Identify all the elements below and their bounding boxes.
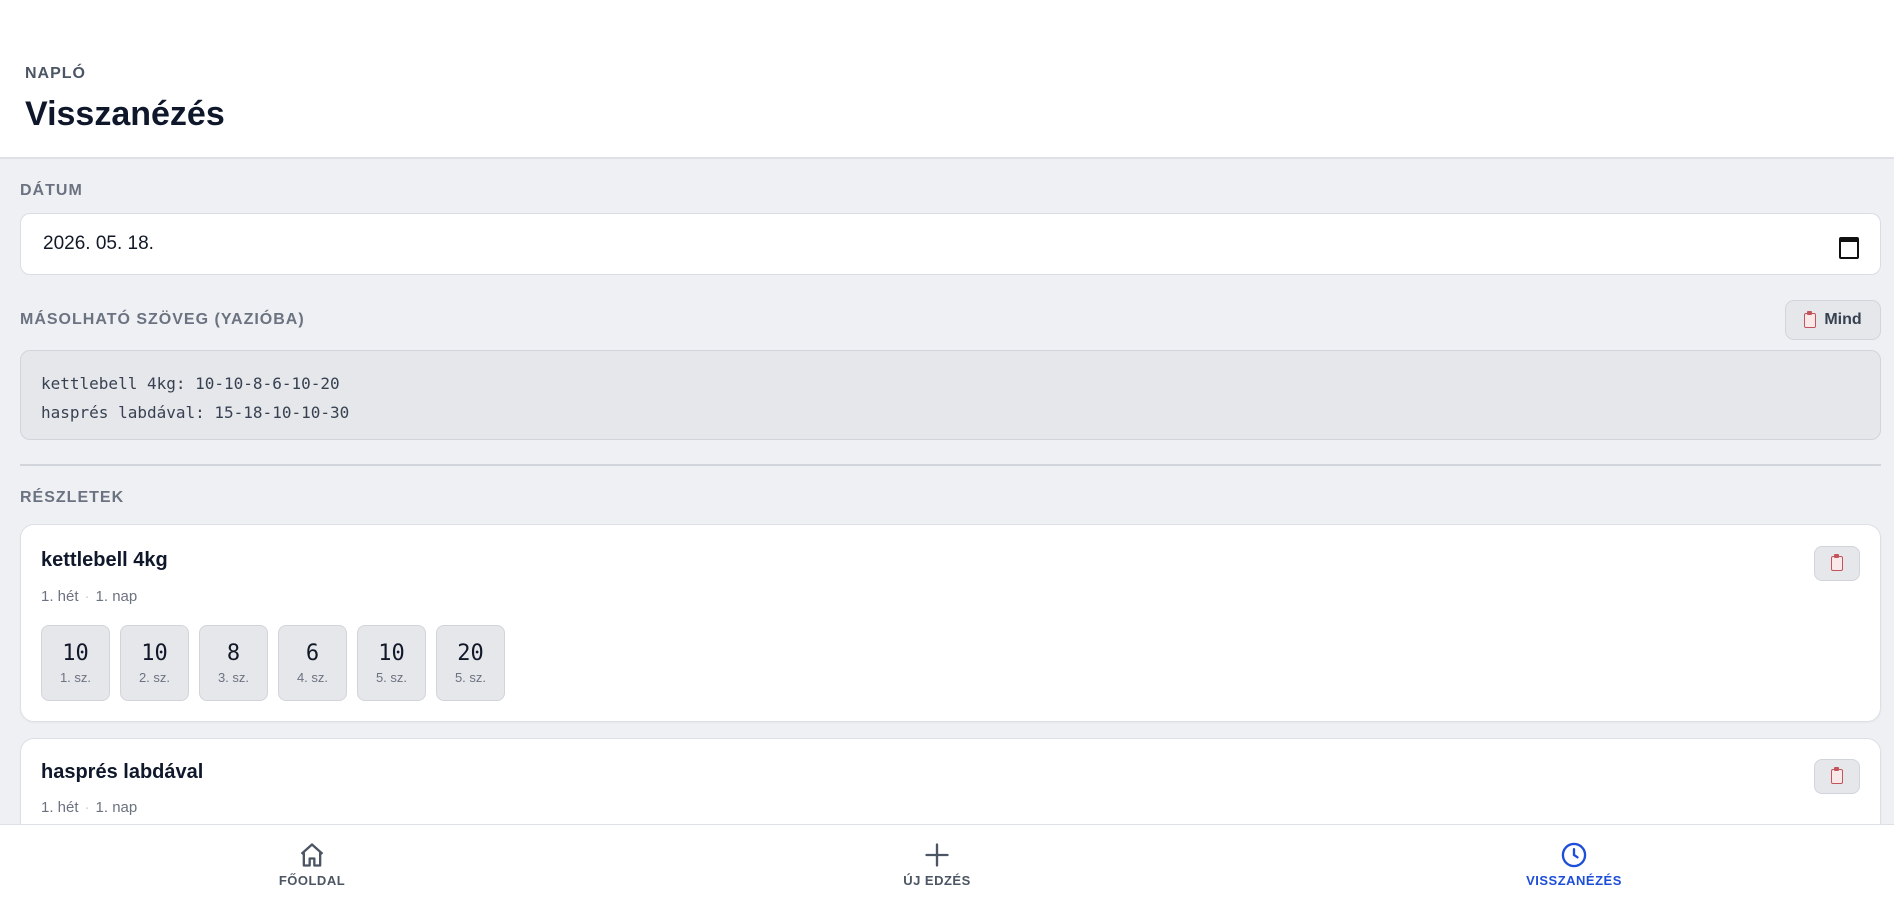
set-label: 5. sz. <box>375 670 408 685</box>
copy-exercise-button[interactable] <box>1814 546 1860 581</box>
copy-line: kettlebell 4kg: 10-10-8-6-10-20 <box>41 374 340 393</box>
set-value: 8 <box>226 641 241 666</box>
nav-item-new-workout[interactable]: ÚJ EDZÉS <box>857 841 1017 888</box>
exercise-meta: 1. hét · 1. nap <box>41 799 137 816</box>
set-tile: 6 4. sz. <box>278 625 347 701</box>
set-label: 3. sz. <box>217 670 250 685</box>
clipboard-icon <box>1804 310 1817 328</box>
nav-label: ÚJ EDZÉS <box>903 873 971 888</box>
home-icon <box>300 843 324 867</box>
set-tile: 10 1. sz. <box>41 625 110 701</box>
nav-label: VISSZANÉZÉS <box>1526 873 1622 888</box>
set-label: 1. sz. <box>59 670 92 685</box>
copyable-text-box[interactable]: kettlebell 4kg: 10-10-8-6-10-20 hasprés … <box>20 350 1881 440</box>
set-tile: 20 5. sz. <box>436 625 505 701</box>
bottom-navigation: FŐOLDAL ÚJ EDZÉS VISSZANÉZÉS <box>0 824 1894 904</box>
set-tile: 8 3. sz. <box>199 625 268 701</box>
clipboard-icon <box>1831 767 1843 784</box>
set-value: 10 <box>62 641 89 666</box>
copy-line: hasprés labdával: 15-18-10-10-30 <box>41 403 350 422</box>
set-value: 10 <box>141 641 168 666</box>
set-tile: 10 5. sz. <box>357 625 426 701</box>
calendar-icon[interactable] <box>1838 234 1859 259</box>
copy-all-label: Mind <box>1824 311 1862 328</box>
details-label: RÉSZLETEK <box>20 489 125 506</box>
sets-row: 10 1. sz. 10 2. sz. 8 3. sz. 6 4. sz. 10 5. s… <box>41 625 505 701</box>
exercise-day: 1. nap <box>95 799 138 816</box>
clipboard-icon <box>1831 554 1843 571</box>
plus-icon <box>925 843 949 867</box>
copy-all-button[interactable]: Mind <box>1785 300 1881 340</box>
exercise-name: kettlebell 4kg <box>41 549 168 571</box>
set-label: 2. sz. <box>138 670 171 685</box>
nav-item-home[interactable]: FŐOLDAL <box>232 841 392 888</box>
meta-separator: · <box>84 588 90 605</box>
page-title: Visszanézés <box>25 95 225 133</box>
section-divider <box>20 464 1881 466</box>
exercise-week: 1. hét <box>41 588 79 605</box>
date-input[interactable]: 2026. 05. 18. <box>20 213 1881 275</box>
date-value: 2026. 05. 18. <box>43 233 154 254</box>
date-label: DÁTUM <box>20 182 83 199</box>
set-tile: 10 2. sz. <box>120 625 189 701</box>
copy-text-label: MÁSOLHATÓ SZÖVEG (YAZIÓBA) <box>20 311 305 328</box>
set-value: 6 <box>305 641 320 666</box>
copy-exercise-button[interactable] <box>1814 759 1860 794</box>
exercise-week: 1. hét <box>41 799 79 816</box>
set-value: 10 <box>378 641 405 666</box>
clock-icon <box>1561 842 1587 868</box>
meta-separator: · <box>84 799 90 816</box>
set-label: 5. sz. <box>454 670 487 685</box>
page-eyebrow: NAPLÓ <box>25 65 86 82</box>
nav-label: FŐOLDAL <box>278 873 346 888</box>
exercise-day: 1. nap <box>95 588 138 605</box>
exercise-card: kettlebell 4kg 1. hét · 1. nap 10 1. sz. 10… <box>20 524 1881 722</box>
nav-item-review[interactable]: VISSZANÉZÉS <box>1494 841 1654 888</box>
set-value: 20 <box>457 641 484 666</box>
set-label: 4. sz. <box>296 670 329 685</box>
exercise-meta: 1. hét · 1. nap <box>41 588 137 605</box>
exercise-name: hasprés labdával <box>41 761 204 783</box>
page-header: NAPLÓ Visszanézés <box>0 0 1894 159</box>
